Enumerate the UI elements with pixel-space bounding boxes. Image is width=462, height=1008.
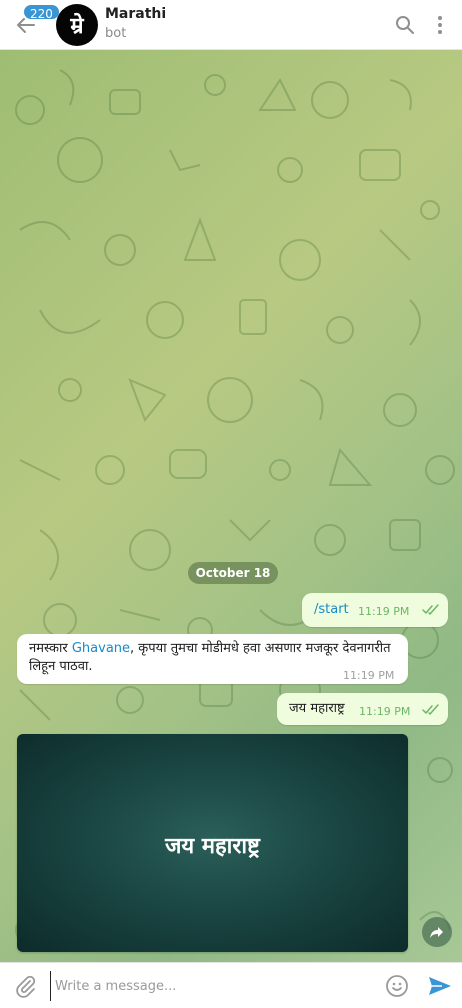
- message-input[interactable]: [50, 971, 370, 1001]
- forward-icon: [430, 927, 443, 938]
- double-check-icon: [422, 704, 439, 715]
- message-composer: [0, 962, 462, 1008]
- paperclip-icon[interactable]: [14, 974, 38, 998]
- smiley-icon[interactable]: [385, 974, 409, 998]
- more-vertical-icon[interactable]: [428, 13, 452, 37]
- chat-subtitle: bot: [105, 26, 127, 41]
- message-bubble-incoming[interactable]: नमस्कार Ghavane, कृपया तुमचा मोडीमधे हवा…: [17, 634, 408, 684]
- unread-badge: 220: [22, 3, 61, 21]
- message-time: 11:19 PM: [358, 605, 410, 618]
- forward-button[interactable]: [422, 917, 452, 947]
- message-bubble-outgoing[interactable]: जय महाराष्ट्र 11:19 PM: [277, 693, 448, 725]
- message-text: जय महाराष्ट्र: [289, 701, 345, 716]
- message-text-part: नमस्कार: [29, 641, 72, 656]
- message-time: 11:19 PM: [359, 705, 411, 718]
- message-bubble-outgoing[interactable]: /start 11:19 PM: [302, 593, 448, 627]
- date-separator: October 18: [188, 562, 278, 584]
- send-icon[interactable]: [427, 974, 453, 998]
- message-text[interactable]: /start: [314, 601, 349, 619]
- message-time: 11:19 PM: [343, 669, 395, 682]
- image-message[interactable]: जय महाराष्ट्र: [17, 734, 408, 952]
- double-check-icon: [422, 604, 439, 615]
- search-icon[interactable]: [393, 13, 417, 37]
- image-text: जय महाराष्ट्र: [165, 833, 260, 859]
- avatar[interactable]: म्रे: [56, 4, 98, 46]
- chat-header: 220 म्रे Marathi bot: [0, 0, 462, 50]
- user-mention-link[interactable]: Ghavane: [72, 641, 130, 656]
- chat-area[interactable]: October 18 /start 11:19 PM नमस्कार Ghava…: [0, 50, 462, 962]
- chat-title[interactable]: Marathi: [105, 6, 166, 22]
